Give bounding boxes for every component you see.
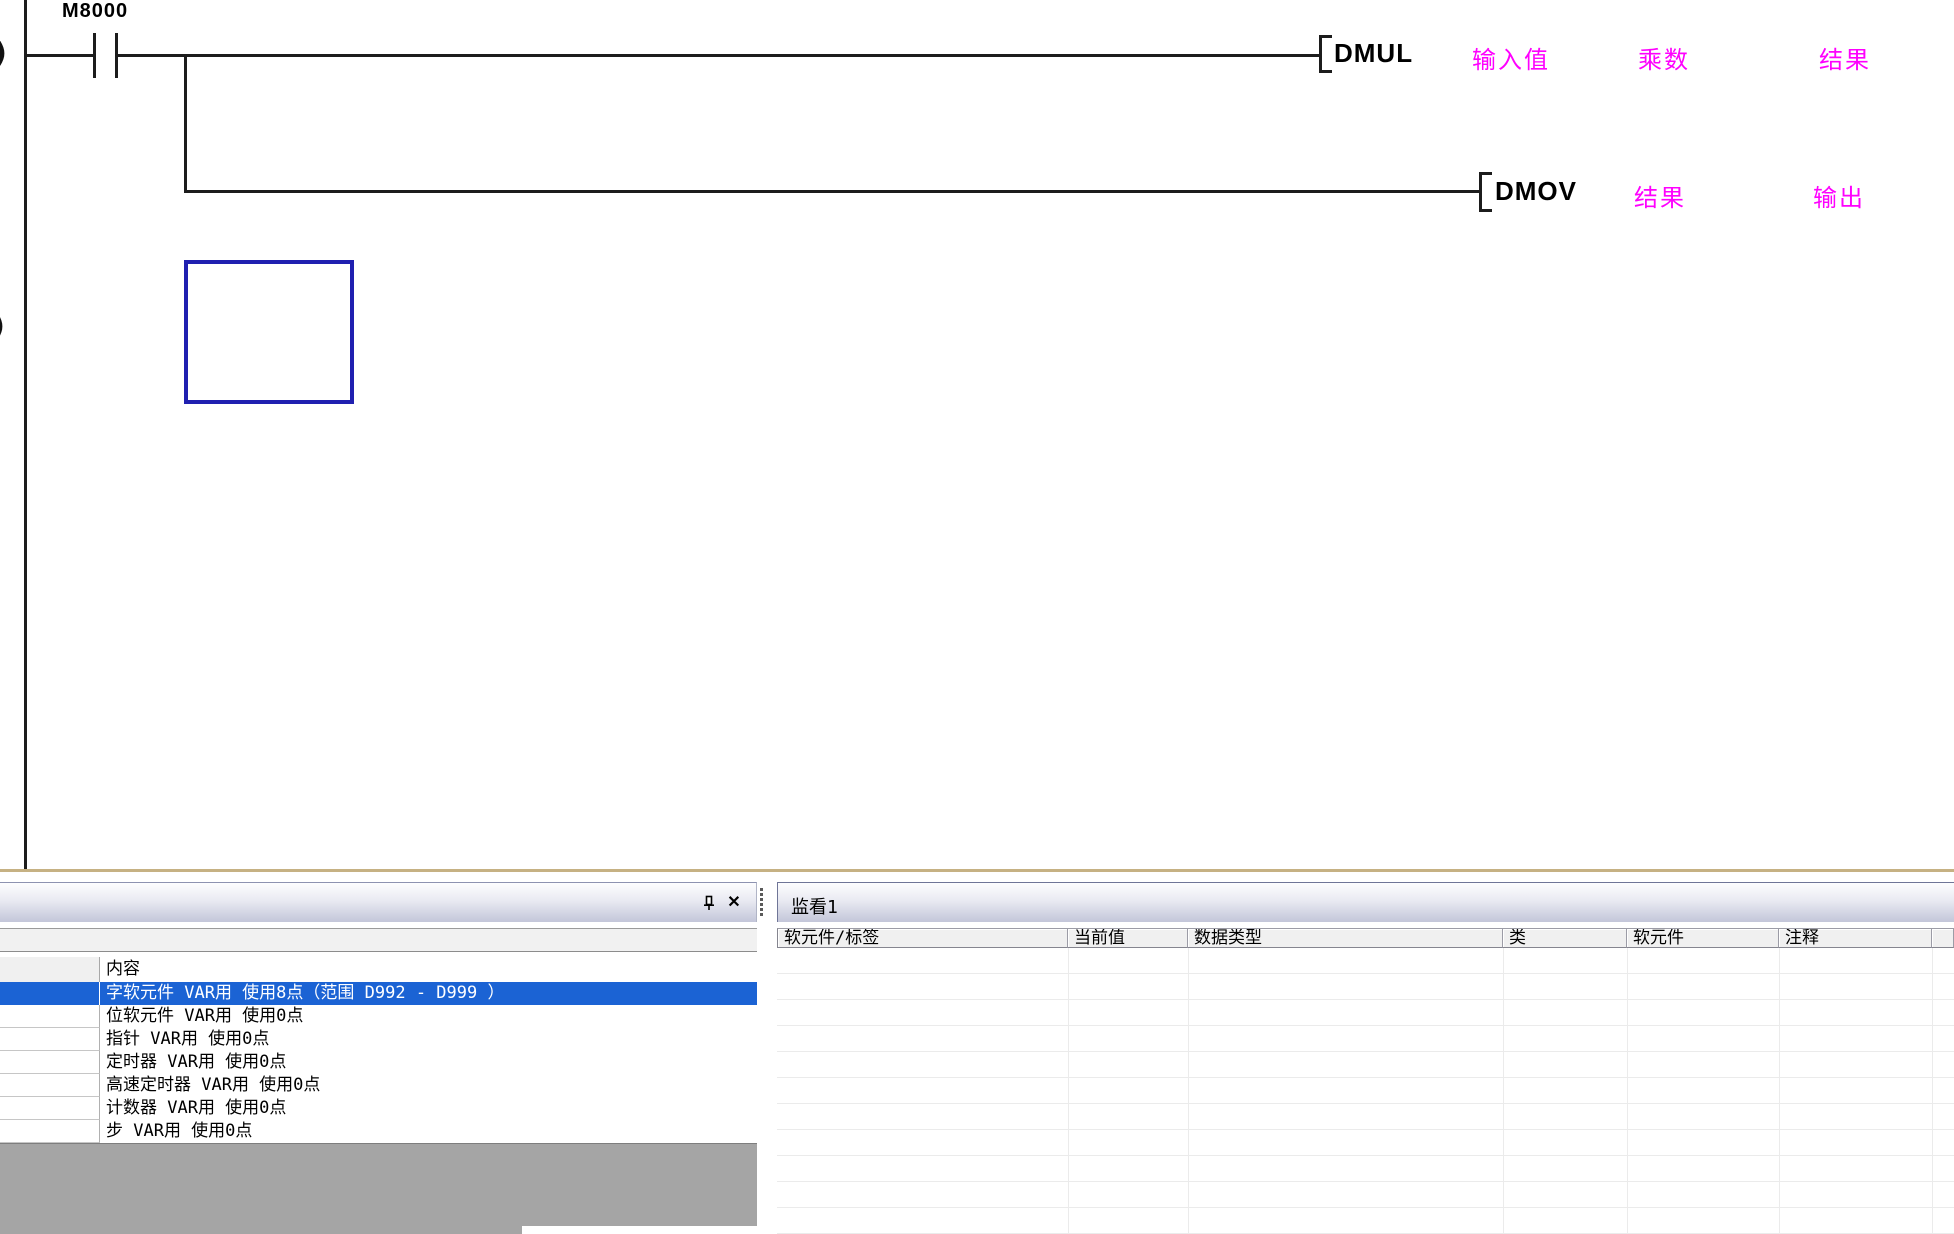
horizontal-splitter[interactable] <box>0 869 1954 872</box>
device-usage-list[interactable]: 内容 字软元件 VAR用 使用8点（范围 D992 - D999 ） 位软元件 … <box>0 957 757 1143</box>
row-header <box>0 1120 100 1143</box>
branch-wire-vertical <box>184 54 187 193</box>
device-usage-panel: ✕ 内容 字软元件 VAR用 使用8点（范围 D992 - D999 ） 位软元… <box>0 882 757 1234</box>
grip-dot <box>760 913 763 916</box>
rung1-wire-right <box>118 54 1319 57</box>
ladder-editor-canvas[interactable]: ) ) M8000 DMUL 输入值 乘数 结果 DMOV 结果 输出 <box>0 0 1954 869</box>
step-number-1: ) <box>0 36 7 69</box>
watch-window: 监看1 软元件/标签 当前值 数据类型 类 软元件 注释 <box>777 882 1954 1234</box>
dmov-bracket-serif-bottom <box>1479 209 1492 212</box>
watch-panel-drag-grip[interactable] <box>757 888 765 920</box>
dmov-operand-output[interactable]: 输出 <box>1813 178 1865 213</box>
grip-dot <box>760 893 763 896</box>
device-usage-toolbar-strip <box>0 928 757 952</box>
list-disabled-area <box>0 1143 757 1234</box>
rung2-wire <box>184 190 1479 193</box>
column-header-comment[interactable]: 注释 <box>1779 928 1932 948</box>
rung1-wire-left <box>27 54 93 57</box>
grid-line <box>1932 948 1933 1234</box>
watch-window-title: 监看1 <box>791 893 838 919</box>
list-item-bit-device[interactable]: 位软元件 VAR用 使用0点 <box>0 1005 757 1028</box>
dmul-operand-result[interactable]: 结果 <box>1819 40 1871 75</box>
dmul-operand-multiplier[interactable]: 乘数 <box>1638 40 1690 75</box>
grip-dot <box>760 903 763 906</box>
contact-device-label[interactable]: M8000 <box>62 0 128 23</box>
grip-dot <box>760 898 763 901</box>
auto-hide-pin-button[interactable] <box>700 894 718 912</box>
row-header <box>0 1074 100 1097</box>
dmul-bracket-serif-bottom <box>1319 70 1332 73</box>
watch-table-header: 软元件/标签 当前值 数据类型 类 软元件 注释 <box>777 928 1954 948</box>
dmov-instruction[interactable]: DMOV <box>1495 176 1577 207</box>
column-header-device[interactable]: 软元件 <box>1627 928 1779 948</box>
list-item-word-device[interactable]: 字软元件 VAR用 使用8点（范围 D992 - D999 ） <box>0 982 757 1005</box>
step-number-2: ) <box>0 309 5 342</box>
grid-line <box>1779 948 1780 1234</box>
scroll-corner <box>522 1226 757 1234</box>
dmov-operand-result[interactable]: 结果 <box>1634 178 1686 213</box>
grid-line <box>1627 948 1628 1234</box>
grid-line <box>1068 948 1069 1234</box>
list-item-pointer[interactable]: 指针 VAR用 使用0点 <box>0 1028 757 1051</box>
grip-dot <box>760 908 763 911</box>
column-header-device-label[interactable]: 软元件/标签 <box>777 928 1068 948</box>
dmul-bracket <box>1319 35 1322 73</box>
list-item-high-speed-timer[interactable]: 高速定时器 VAR用 使用0点 <box>0 1074 757 1097</box>
plc-ide-workspace: { "ladder_editor": { "step_markers": [")… <box>0 0 1954 1234</box>
dmul-operand-input[interactable]: 输入值 <box>1472 40 1550 75</box>
close-icon: ✕ <box>727 894 740 912</box>
left-power-rail <box>24 0 27 869</box>
watch-window-titlebar[interactable]: 监看1 <box>777 882 1954 922</box>
column-header-spare <box>1932 928 1954 948</box>
row-header <box>0 1028 100 1051</box>
list-item-counter[interactable]: 计数器 VAR用 使用0点 <box>0 1097 757 1120</box>
row-header <box>0 982 100 1005</box>
row-header <box>0 1005 100 1028</box>
column-header-current-value[interactable]: 当前值 <box>1068 928 1188 948</box>
list-header-row: 内容 <box>0 957 757 982</box>
row-header <box>0 1051 100 1074</box>
ladder-cursor-cell[interactable] <box>184 260 354 404</box>
row-header-corner <box>0 957 100 982</box>
grid-line <box>1503 948 1504 1234</box>
watch-table-body[interactable] <box>777 948 1954 1234</box>
dmov-bracket <box>1479 172 1482 212</box>
column-header-class[interactable]: 类 <box>1503 928 1627 948</box>
grip-dot <box>760 888 763 891</box>
grid-line <box>1188 948 1189 1234</box>
dmul-bracket-serif-top <box>1319 35 1332 38</box>
contact-bar-left[interactable] <box>93 33 96 78</box>
dmul-instruction[interactable]: DMUL <box>1334 38 1413 69</box>
list-item-step[interactable]: 步 VAR用 使用0点 <box>0 1120 757 1143</box>
column-header-data-type[interactable]: 数据类型 <box>1188 928 1503 948</box>
device-usage-panel-titlebar[interactable]: ✕ <box>0 882 757 922</box>
content-column-header: 内容 <box>100 957 757 982</box>
pin-icon <box>701 895 717 911</box>
close-panel-button[interactable]: ✕ <box>725 894 743 912</box>
row-header <box>0 1097 100 1120</box>
list-item-timer[interactable]: 定时器 VAR用 使用0点 <box>0 1051 757 1074</box>
dmov-bracket-serif-top <box>1479 172 1492 175</box>
